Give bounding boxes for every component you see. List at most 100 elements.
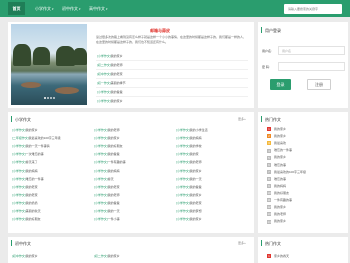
hot-item[interactable]: 13 我的老师	[267, 212, 286, 217]
article-tag: [小学作文]	[12, 144, 26, 149]
headline-item[interactable]: [小学作文]我的家乡	[97, 99, 123, 103]
nav-primary[interactable]: 小学作文▾	[35, 3, 54, 14]
article-link[interactable]: [小学作文]一件小事	[94, 217, 120, 221]
hot-item-title: 我的妈妈	[274, 183, 287, 188]
article-tag: [小学作文]	[176, 200, 190, 205]
article-title: 我的老家	[189, 200, 202, 205]
hot-item[interactable]: 7 我最喜欢的100字三年级	[267, 170, 306, 174]
article-link[interactable]: [小学作文]我的好朋友	[12, 217, 41, 221]
nav-middle[interactable]: 初中作文▾	[62, 3, 81, 14]
article-link[interactable]: [小学作文]我的小学生活	[176, 128, 208, 132]
headline-item[interactable]: [小学作文]我的爸爸	[97, 90, 123, 94]
hot-item-title: 我最喜欢	[274, 141, 287, 146]
article-link[interactable]: [小学作文]我的梦想	[176, 209, 202, 213]
article-link[interactable]: [小学作文]我的学校	[176, 144, 202, 148]
article-tag: [小学作文]	[176, 176, 190, 181]
hot-item[interactable]: 1 我的家乡	[267, 127, 286, 132]
article-link[interactable]: [小学作文]我的好朋友	[94, 144, 123, 148]
register-button[interactable]: 注册	[307, 79, 331, 90]
hot-item[interactable]: 14 我的家乡	[267, 219, 287, 224]
nav-high[interactable]: 高中作文▾	[89, 3, 108, 14]
hot-item[interactable]: 8 难忘的事	[267, 177, 286, 181]
article-link[interactable]: [二年级作文]我最喜欢的100字三年级	[12, 136, 61, 140]
article-link[interactable]: [小学作文]我的家乡	[176, 169, 202, 173]
login-button[interactable]: 登录	[270, 79, 291, 90]
headline-tag: [小学作文]	[97, 90, 111, 94]
headline-item[interactable]: [初中作文]我的老家	[97, 72, 123, 76]
article-link[interactable]: [小学作文]我的老家	[176, 201, 202, 205]
search-input[interactable]: 请输入要搜索的关键字	[284, 4, 342, 14]
hot-item-title: 我的家乡	[274, 219, 287, 224]
primary-more-link[interactable]: 更多»	[238, 117, 246, 121]
headline-title: 美丽的季节	[110, 81, 126, 85]
featured-title[interactable]: 邮箱与蒜皮	[150, 28, 170, 34]
chevron-down-icon: ▾	[106, 7, 108, 11]
hot2-item[interactable]: 1 家乡的春天	[267, 254, 289, 259]
article-link[interactable]: [初中作文]我的家乡	[12, 254, 38, 258]
article-link[interactable]: [小学作文]我的家乡	[176, 193, 202, 197]
headline-title: 我的老家	[110, 72, 123, 76]
hot-item[interactable]: 5 我的家乡	[267, 155, 286, 160]
slide-dot[interactable]	[50, 97, 52, 99]
article-link[interactable]: [小学作文]我的家	[176, 152, 199, 156]
article-link[interactable]: [初二作文]我的家乡	[94, 254, 120, 258]
article-tag: [小学作文]	[12, 192, 26, 197]
article-link[interactable]: [小学作文]我的老师	[94, 193, 120, 197]
article-title: 我的家	[189, 152, 199, 157]
featured-slideshow[interactable]	[11, 24, 87, 105]
article-tag: [小学作文]	[94, 217, 108, 222]
hot-item[interactable]: 3 我最喜欢	[267, 141, 287, 146]
hot-item[interactable]: 11 一件有趣的事	[267, 198, 292, 203]
headline-item[interactable]: [小学作文]我的家乡	[97, 54, 123, 58]
article-link[interactable]: [小学作文]我的老师	[176, 160, 202, 164]
hot-item[interactable]: 6 难忘的事	[267, 163, 286, 167]
top-nav: 首页 小学作文▾ 初中作文▾ 高中作文▾ 请输入要搜索的关键字	[0, 0, 350, 17]
nav-home[interactable]: 首页	[8, 2, 25, 15]
rank-badge: 10	[267, 191, 271, 196]
article-title: 我的学校	[189, 144, 202, 149]
article-link[interactable]: [小学作文]我的老师	[94, 128, 120, 132]
middle-more-link[interactable]: 更多»	[238, 241, 246, 245]
hot-item[interactable]: 12 我的家乡	[267, 205, 286, 210]
slide-dot[interactable]	[47, 97, 49, 99]
hot-item[interactable]: 10 我的好朋友	[267, 191, 289, 196]
slide-dot[interactable]	[44, 97, 46, 99]
article-link[interactable]: [小学作文]我的家乡	[176, 217, 202, 221]
article-link[interactable]: [小学作文]我的家乡	[94, 136, 120, 140]
article-link[interactable]: [小学作文]一次难忘的事	[12, 152, 44, 156]
article-link[interactable]: [小学作文]我的一天	[94, 209, 120, 213]
hot-item[interactable]: 4 难忘的一件事	[267, 148, 292, 153]
username-field[interactable]: 用户名	[278, 46, 345, 55]
article-title: 春天来了	[25, 160, 38, 165]
section-accent	[11, 240, 12, 246]
hot-item[interactable]: 2 我的家乡	[267, 134, 286, 139]
headline-item[interactable]: [初二作文]我的老师	[97, 63, 123, 67]
article-link[interactable]: [小学作文]我的妈妈	[176, 136, 202, 140]
article-link[interactable]: [小学作文]春天	[94, 177, 114, 181]
article-link[interactable]: [小学作文]我的老家	[12, 185, 38, 189]
article-tag: [二年级作文]	[12, 136, 29, 141]
article-link[interactable]: [小学作文]我的一天	[176, 177, 202, 181]
article-link[interactable]: [小学作文]一件有趣的事	[94, 160, 126, 164]
article-link[interactable]: [小学作文]春天来了	[12, 160, 38, 164]
article-link[interactable]: [小学作文]难忘的一件事	[12, 177, 44, 181]
article-tag: [小学作文]	[12, 217, 26, 222]
article-link[interactable]: [小学作文]美丽的秋天	[12, 209, 41, 213]
article-link[interactable]: [小学作文]我的爸爸	[94, 201, 120, 205]
hot-item[interactable]: 9 我的妈妈	[267, 184, 286, 188]
article-link[interactable]: [小学作文]我的妈妈	[94, 169, 120, 173]
article-tag: [小学作文]	[94, 152, 108, 157]
middle-title: 初中作文	[15, 241, 31, 246]
article-link[interactable]: [小学作文]我的家乡	[12, 128, 38, 132]
article-link[interactable]: [小学作文]我的爸爸	[94, 152, 120, 156]
headline-item[interactable]: [初一作文]美丽的季节	[97, 81, 126, 85]
article-link[interactable]: [小学作文]我的妈妈	[12, 169, 38, 173]
article-link[interactable]: [小学作文]我的爸爸	[176, 185, 202, 189]
article-link[interactable]: [小学作文]我的老家	[12, 193, 38, 197]
article-link[interactable]: [小学作文]我的老家	[94, 185, 120, 189]
article-tag: [小学作文]	[94, 168, 108, 173]
password-field[interactable]	[278, 62, 345, 71]
slide-dot[interactable]	[53, 97, 55, 99]
article-link[interactable]: [小学作文]我的一天一件事情	[12, 144, 50, 148]
article-link[interactable]: [小学作文]我的奶奶	[12, 201, 38, 205]
